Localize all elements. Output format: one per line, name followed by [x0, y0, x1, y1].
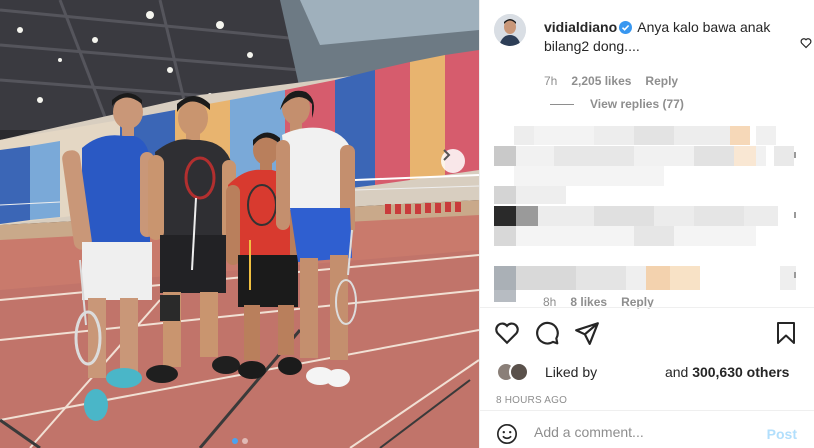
add-comment-divider [480, 410, 814, 411]
view-replies-button[interactable]: View replies (77) [550, 97, 684, 111]
verified-badge-icon [619, 21, 633, 34]
comment-input[interactable] [534, 424, 744, 440]
liked-by-text: Liked by and 300,630 others [545, 364, 789, 380]
post-timestamp: 8 HOURS AGO [496, 395, 568, 406]
commenter-avatar[interactable] [494, 14, 526, 46]
post-photo-image [0, 0, 479, 448]
view-replies-label: View replies (77) [590, 97, 684, 111]
liked-by-label: Liked by [545, 364, 598, 380]
comment-icon[interactable] [534, 320, 560, 346]
comment-likes[interactable]: 2,205 likes [571, 74, 631, 88]
comment-time: 7h [544, 74, 558, 88]
comment-reply-button[interactable]: Reply [645, 74, 678, 88]
liked-by-row: Liked by and 300,630 others [496, 362, 789, 382]
actions-divider [480, 307, 814, 308]
post-side-panel: vidialdiano Anya kalo bawa anak bilang2 … [479, 0, 814, 448]
carousel-dot [241, 438, 248, 444]
comment-meta: 7h 2,205 likes Reply [544, 74, 678, 88]
heart-icon[interactable] [494, 320, 520, 346]
post-actions [494, 320, 800, 348]
view-replies-line [550, 103, 574, 105]
comment-username[interactable]: vidialdiano [544, 19, 617, 35]
bookmark-icon[interactable] [774, 320, 798, 346]
blurred-comments [494, 122, 800, 307]
likes-count[interactable]: 300,630 others [692, 364, 789, 380]
liked-by-and-label: and [664, 364, 689, 380]
liked-by-avatar[interactable] [509, 362, 529, 382]
add-comment-bar: Post [480, 418, 814, 448]
chevron-right-icon [443, 149, 451, 161]
post-comment-button[interactable]: Post [767, 426, 797, 442]
pixelated-content [494, 126, 796, 302]
post-photo[interactable] [0, 0, 479, 448]
comment-like-heart-icon[interactable] [800, 37, 812, 49]
smiley-icon[interactable] [496, 423, 518, 445]
comment-body: vidialdiano Anya kalo bawa anak bilang2 … [544, 18, 784, 56]
paper-plane-icon[interactable] [574, 320, 600, 346]
carousel-dots [0, 438, 479, 444]
carousel-dot-active [231, 438, 238, 444]
carousel-next-button[interactable] [441, 149, 465, 173]
